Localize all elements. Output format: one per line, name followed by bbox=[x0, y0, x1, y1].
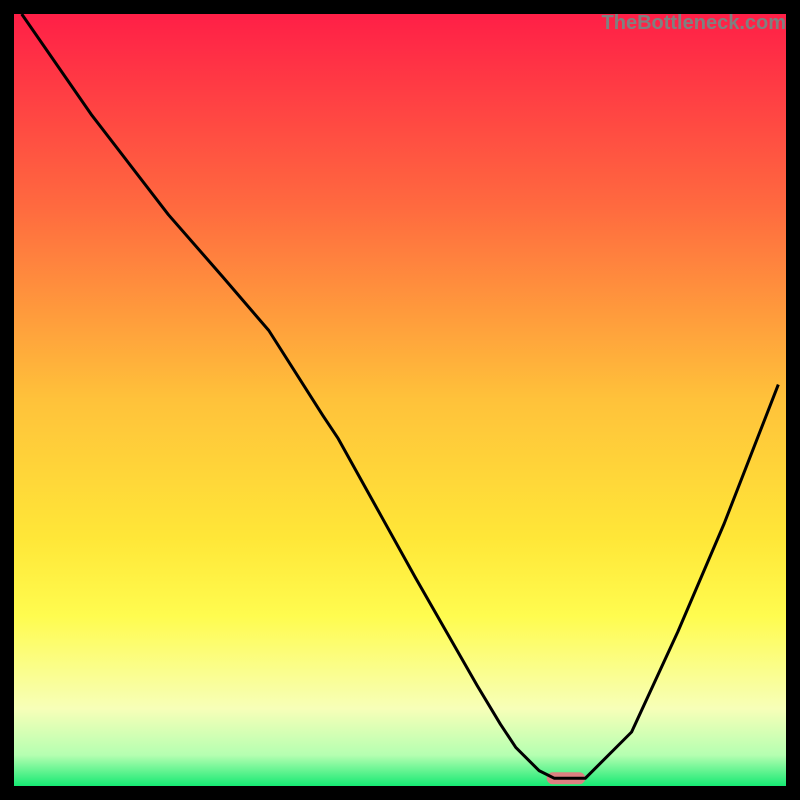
chart-svg bbox=[14, 14, 786, 786]
plot-area: TheBottleneck.com bbox=[14, 14, 786, 786]
watermark-text: TheBottleneck.com bbox=[602, 12, 786, 35]
gradient-rect bbox=[14, 14, 786, 786]
chart-frame: TheBottleneck.com bbox=[0, 0, 800, 800]
